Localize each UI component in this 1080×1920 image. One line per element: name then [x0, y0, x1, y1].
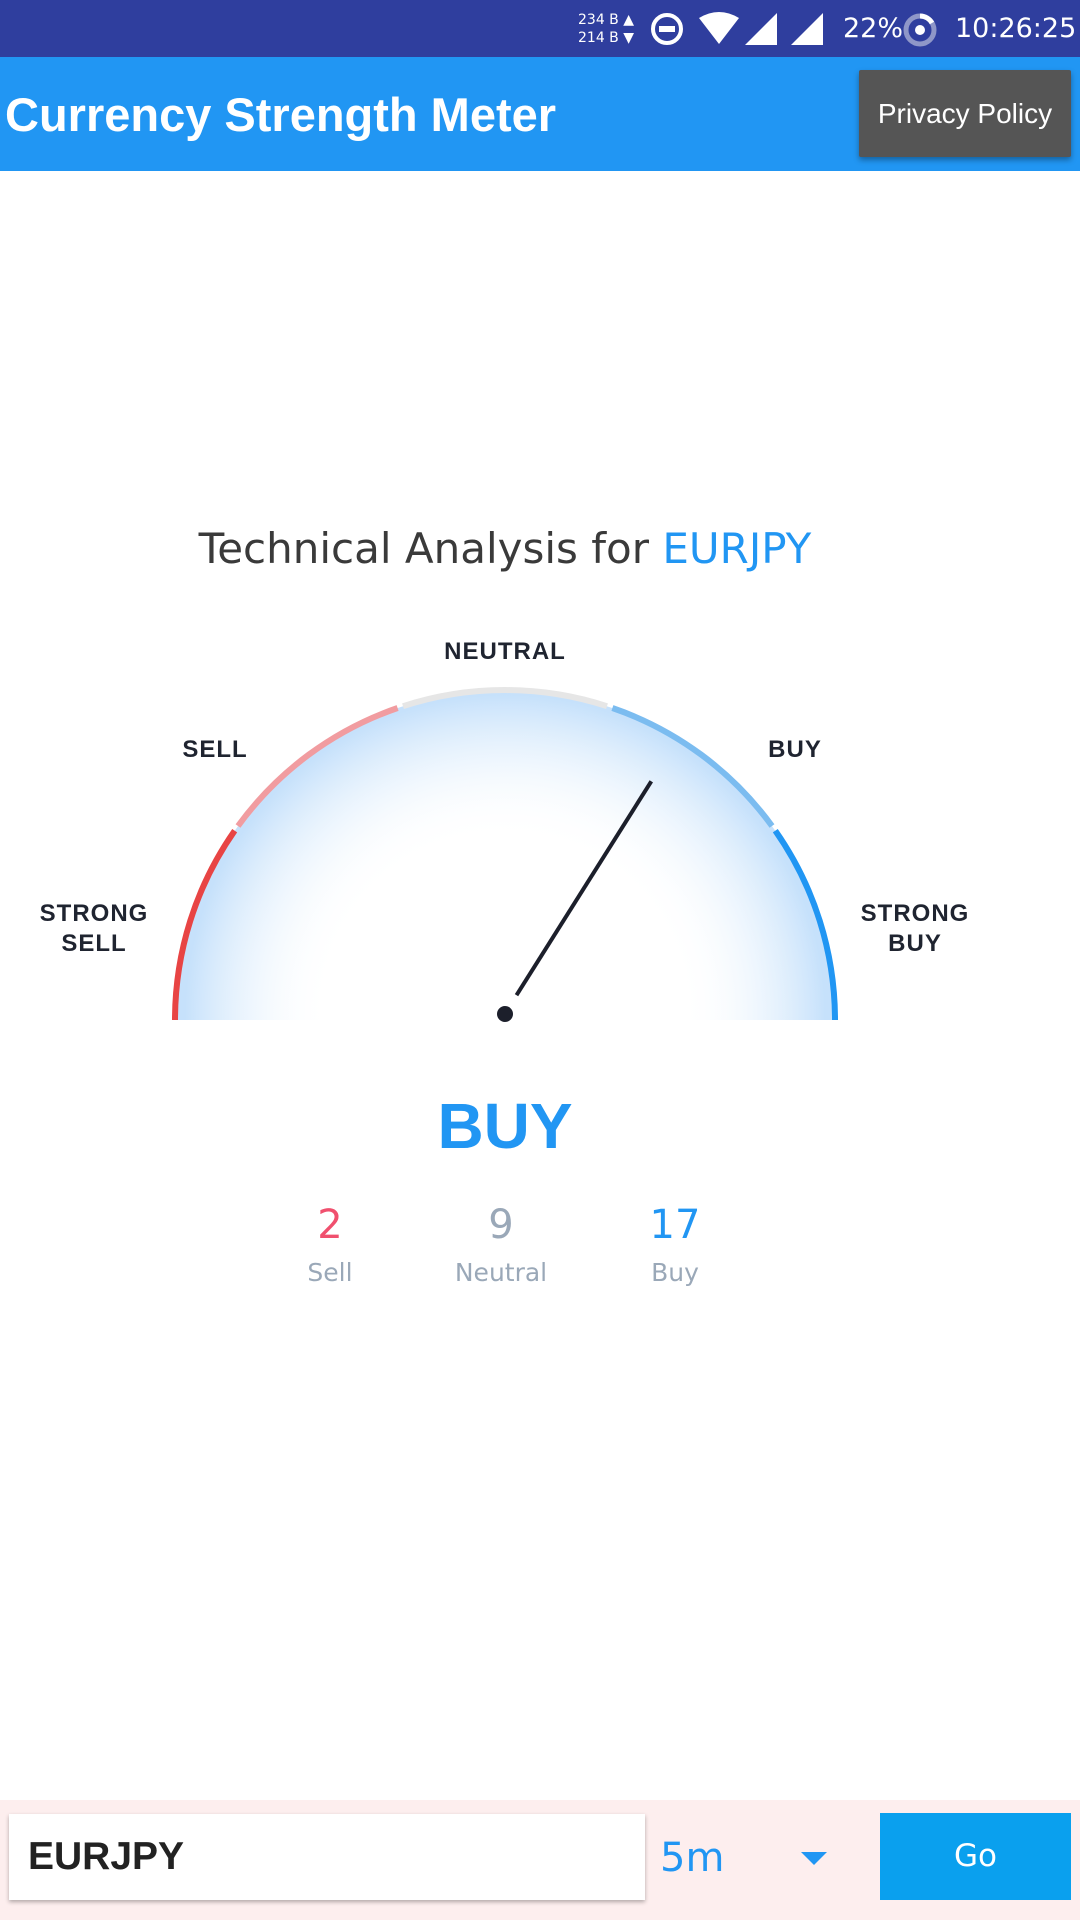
sell-count: 2 Sell: [250, 1200, 410, 1290]
neutral-count-value: 9: [488, 1202, 514, 1248]
verdict: BUY: [437, 1090, 573, 1162]
timeframe-value: 5m: [660, 1835, 725, 1881]
bottom-controls: 5m Go: [0, 1800, 1080, 1920]
gauge-label-strong-buy-line2: BUY: [888, 930, 942, 957]
gauge-label-strong-sell: STRONG SELL: [34, 899, 154, 959]
buy-count-value: 17: [649, 1202, 701, 1248]
buy-count: 17 Buy: [595, 1200, 755, 1290]
gauge-label-strong-sell-line1: STRONG: [39, 900, 149, 927]
buy-count-label: Buy: [651, 1258, 699, 1287]
gauge-label-neutral: NEUTRAL: [444, 638, 566, 665]
gauge-pivot: [497, 1006, 513, 1022]
sell-count-value: 2: [317, 1202, 343, 1248]
gauge-label-strong-sell-line2: SELL: [61, 930, 127, 957]
dropdown-arrow-icon: [801, 1852, 827, 1865]
neutral-count: 9 Neutral: [421, 1200, 581, 1290]
gauge-label-buy: BUY: [768, 736, 822, 763]
sell-count-label: Sell: [307, 1258, 353, 1287]
symbol-input[interactable]: [9, 1814, 645, 1900]
gauge-label-strong-buy: STRONG BUY: [855, 899, 975, 959]
go-button[interactable]: Go: [880, 1813, 1071, 1900]
gauge-label-sell: SELL: [182, 736, 248, 763]
gauge-label-strong-buy-line1: STRONG: [860, 900, 970, 927]
timeframe-dropdown[interactable]: 5m: [658, 1814, 840, 1900]
neutral-count-label: Neutral: [454, 1258, 548, 1287]
gauge-face: [175, 690, 835, 1020]
